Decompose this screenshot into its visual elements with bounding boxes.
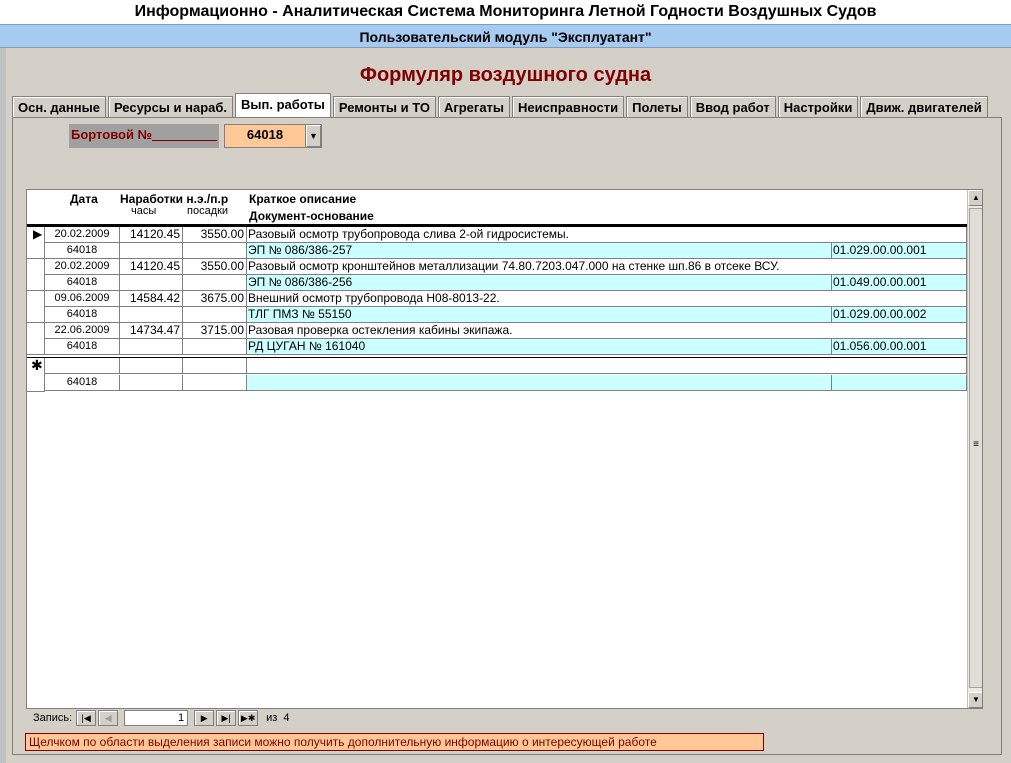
- new-record-row[interactable]: 64018: [27, 375, 967, 391]
- cell-document[interactable]: ЭП № 086/386-256: [247, 275, 832, 291]
- header-document: Документ-основание: [249, 209, 374, 223]
- tab-engine-movement[interactable]: Движ. двигателей: [860, 96, 988, 117]
- tab-units[interactable]: Агрегаты: [437, 96, 511, 117]
- cell-empty[interactable]: [183, 375, 247, 391]
- table-row[interactable]: 64018 ЭП № 086/386-257 01.029.00.00.001: [27, 243, 967, 259]
- form-title: Формуляр воздушного судна: [359, 64, 652, 86]
- cell-landings[interactable]: 3675.00: [183, 291, 247, 307]
- cell-empty[interactable]: [120, 243, 183, 259]
- cell-code[interactable]: 01.049.00.00.001: [832, 275, 967, 291]
- board-number-combo[interactable]: 64018 ▼: [224, 124, 322, 148]
- cell-empty[interactable]: [120, 339, 183, 355]
- cell-date[interactable]: 20.02.2009: [45, 259, 120, 275]
- status-hint: Щелчком по области выделения записи можн…: [25, 733, 764, 751]
- table-row[interactable]: 64018 РД ЦУГАН № 161040 01.056.00.00.001: [27, 339, 967, 355]
- cell-board[interactable]: 64018: [45, 307, 120, 323]
- cell-empty[interactable]: [183, 339, 247, 355]
- cell-empty[interactable]: [45, 358, 120, 374]
- cell-empty[interactable]: [120, 375, 183, 391]
- header-narab: Наработки н.э./п.р: [120, 192, 229, 206]
- table-row[interactable]: 20.02.2009 14120.45 3550.00 Разовый осмо…: [27, 259, 967, 275]
- first-record-icon[interactable]: |◀: [76, 710, 97, 726]
- cell-board[interactable]: 64018: [45, 375, 120, 391]
- cell-landings[interactable]: 3715.00: [183, 323, 247, 339]
- board-number-value: 64018: [246, 127, 284, 142]
- table-row[interactable]: 64018 ЭП № 086/386-256 01.049.00.00.001: [27, 275, 967, 291]
- prev-record-icon[interactable]: ◀: [98, 710, 119, 726]
- cell-empty[interactable]: [183, 307, 247, 323]
- scroll-up-icon[interactable]: ▲: [968, 190, 982, 206]
- next-record-icon[interactable]: ▶: [194, 710, 215, 726]
- cell-hours[interactable]: 14120.45: [120, 259, 183, 275]
- board-number-label: Бортовой №_________: [69, 124, 219, 148]
- cell-code[interactable]: [832, 375, 967, 391]
- cell-empty[interactable]: [120, 358, 183, 374]
- cell-hours[interactable]: 14584.42: [120, 291, 183, 307]
- scroll-down-icon[interactable]: ▼: [968, 692, 982, 708]
- table-row[interactable]: 64018 ТЛГ ПМЗ № 55150 01.029.00.00.002: [27, 307, 967, 323]
- cell-code[interactable]: 01.029.00.00.001: [832, 243, 967, 259]
- module-title: Пользовательский модуль "Эксплуатант": [0, 24, 1011, 48]
- record-number-input[interactable]: 1: [124, 710, 189, 726]
- cell-hours[interactable]: 14734.47: [120, 323, 183, 339]
- navigator-label: Запись:: [33, 712, 73, 724]
- record-navigator: Запись: |◀ ◀ 1 ▶ ▶| ▶✱ из 4: [33, 709, 289, 727]
- cell-empty[interactable]: [247, 358, 967, 374]
- scroll-thumb[interactable]: ≡: [969, 208, 982, 688]
- cell-document[interactable]: ЭП № 086/386-257: [247, 243, 832, 259]
- dropdown-arrow-icon[interactable]: ▼: [305, 125, 321, 147]
- cell-description[interactable]: Разовая проверка остекления кабины экипа…: [247, 323, 967, 339]
- cell-board[interactable]: 64018: [45, 339, 120, 355]
- tab-flights[interactable]: Полеты: [626, 96, 688, 117]
- app-title: Информационно - Аналитическая Система Мо…: [0, 0, 1011, 24]
- tab-work-input[interactable]: Ввод работ: [689, 96, 776, 117]
- header-landings: посадки: [187, 205, 229, 217]
- table-row[interactable]: 09.06.2009 14584.42 3675.00 Внешний осмо…: [27, 291, 967, 307]
- cell-landings[interactable]: 3550.00: [183, 259, 247, 275]
- tab-main-data[interactable]: Осн. данные: [12, 96, 106, 117]
- cell-document[interactable]: ТЛГ ПМЗ № 55150: [247, 307, 832, 323]
- last-record-icon[interactable]: ▶|: [216, 710, 237, 726]
- new-record-icon[interactable]: ▶✱: [238, 710, 259, 726]
- tab-faults[interactable]: Неисправности: [512, 96, 625, 117]
- header-date: Дата: [70, 192, 98, 206]
- tab-strip: Осн. данные Ресурсы и нараб. Вып. работы…: [12, 93, 990, 118]
- cell-board[interactable]: 64018: [45, 275, 120, 291]
- cell-date[interactable]: 09.06.2009: [45, 291, 120, 307]
- header-description: Краткое описание: [249, 192, 357, 206]
- tab-resources[interactable]: Ресурсы и нараб.: [107, 96, 234, 117]
- cell-date[interactable]: 22.06.2009: [45, 323, 120, 339]
- navigator-of-label: из: [266, 712, 278, 724]
- cell-hours[interactable]: 14120.45: [120, 227, 183, 243]
- tab-settings[interactable]: Настройки: [777, 96, 859, 117]
- left-border: [0, 48, 6, 763]
- cell-board[interactable]: 64018: [45, 243, 120, 259]
- cell-code[interactable]: 01.029.00.00.002: [832, 307, 967, 323]
- vertical-scrollbar[interactable]: ▲ ≡ ▼: [967, 190, 982, 708]
- works-grid: Дата Наработки н.э./п.р часы посадки Кра…: [26, 189, 983, 709]
- cell-date[interactable]: 20.02.2009: [45, 227, 120, 243]
- new-record-row[interactable]: [27, 357, 967, 374]
- cell-document[interactable]: [247, 375, 832, 391]
- table-row[interactable]: 20.02.2009 14120.45 3550.00 Разовый осмо…: [27, 227, 967, 243]
- table-row[interactable]: 22.06.2009 14734.47 3715.00 Разовая пров…: [27, 323, 967, 339]
- cell-landings[interactable]: 3550.00: [183, 227, 247, 243]
- header-hours: часы: [131, 205, 157, 217]
- navigator-total: 4: [283, 712, 290, 724]
- cell-empty[interactable]: [183, 275, 247, 291]
- cell-empty[interactable]: [120, 307, 183, 323]
- cell-document[interactable]: РД ЦУГАН № 161040: [247, 339, 832, 355]
- tab-repairs[interactable]: Ремонты и ТО: [332, 96, 436, 117]
- tab-completed-works[interactable]: Вып. работы: [235, 93, 331, 117]
- cell-description[interactable]: Разовый осмотр трубопровода слива 2-ой г…: [247, 227, 967, 243]
- cell-description[interactable]: Разовый осмотр кронштейнов металлизации …: [247, 259, 967, 275]
- cell-empty[interactable]: [183, 243, 247, 259]
- cell-description[interactable]: Внешний осмотр трубопровода Н08-8013-22.: [247, 291, 967, 307]
- cell-code[interactable]: 01.056.00.00.001: [832, 339, 967, 355]
- cell-empty[interactable]: [183, 358, 247, 374]
- cell-empty[interactable]: [120, 275, 183, 291]
